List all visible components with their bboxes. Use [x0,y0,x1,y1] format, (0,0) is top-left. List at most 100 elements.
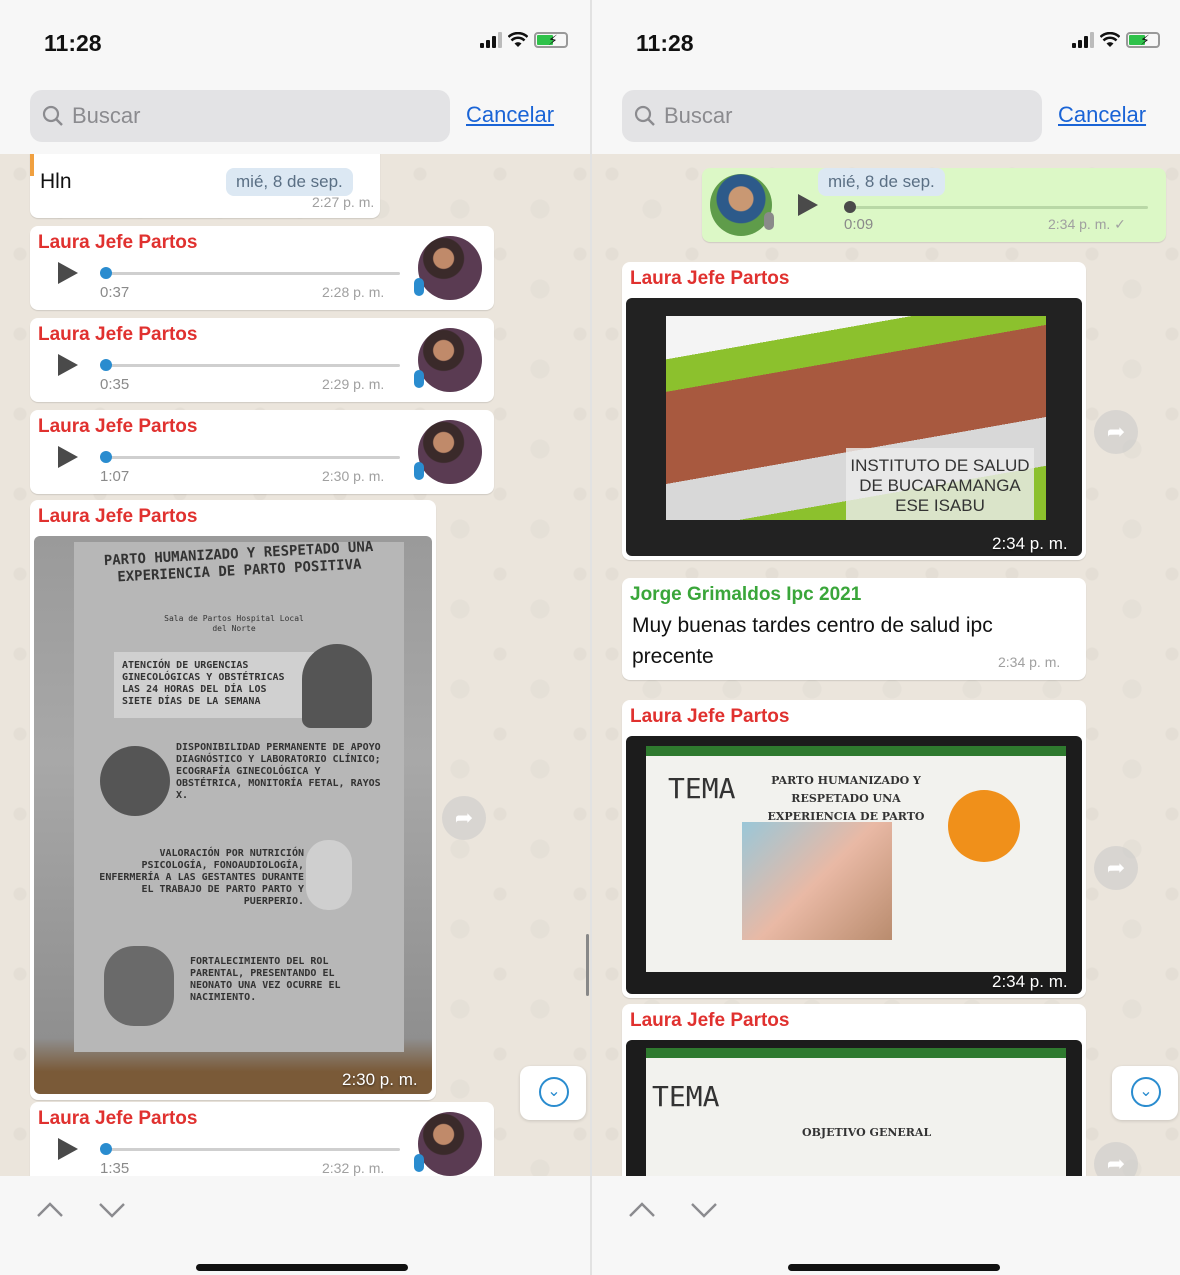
scrollbar[interactable] [586,934,589,996]
ultrasound-icon [100,746,170,816]
search-placeholder: Buscar [664,103,733,128]
sender-name: Laura Jefe Partos [38,1108,198,1129]
quote-bar [30,154,34,176]
wifi-icon [508,32,528,47]
photo-institute[interactable]: INSTITUTO DE SALUD DE BUCARAMANGA ESE IS… [626,298,1082,556]
sender-name: Laura Jefe Partos [630,706,790,727]
search-input[interactable]: Buscar [30,90,450,142]
mic-icon [764,212,774,230]
search-input[interactable]: Buscar [622,90,1042,142]
right-screen: 11:28 ⚡ Buscar Cancelar 0:09 2:34 p. m. … [592,0,1180,1275]
audio-scrubber[interactable] [100,267,112,279]
status-bar: 11:28 ⚡ [0,0,590,80]
message-time: 2:34 p. m. [992,972,1068,991]
photo-tema[interactable]: TEMA PARTO HUMANIZADO Y RESPETADO UNA EX… [626,736,1082,994]
home-indicator[interactable] [788,1264,1000,1271]
chevron-up-icon[interactable] [626,1194,658,1226]
chevron-up-icon[interactable] [34,1194,66,1226]
cancel-button[interactable]: Cancelar [1058,102,1146,128]
parents-icon [104,946,174,1026]
audio-scrubber[interactable] [100,1143,112,1155]
sender-name: Laura Jefe Partos [38,232,198,253]
emoji-icon [948,790,1020,862]
poster-block-1: ATENCIÓN DE URGENCIAS GINECOLÓGICAS Y OB… [122,660,285,707]
audio-duration: 0:09 [844,216,874,233]
audio-track[interactable] [104,364,400,367]
chat-area[interactable]: 0:09 2:34 p. m. ✓ mié, 8 de sep. Laura J… [592,154,1180,1176]
baby-icon [306,840,352,910]
forward-icon[interactable]: ➦ [442,796,486,840]
home-indicator[interactable] [196,1264,408,1271]
pregnant-figure-icon [302,644,372,728]
poster-block-4: FORTALECIMIENTO DEL ROL PARENTAL, PRESEN… [190,956,341,1003]
status-icons: ⚡ [480,32,568,48]
forward-icon[interactable]: ➦ [1094,1142,1138,1176]
play-button[interactable] [58,446,78,468]
message-time: 2:29 p. m. [322,376,385,392]
slide-caption: INSTITUTO DE SALUD DE BUCARAMANGA ESE IS… [850,456,1030,515]
message-text: Hln [40,170,72,193]
search-navigation-bar [0,1176,590,1275]
scroll-to-bottom-button[interactable]: ⌄ [1112,1066,1178,1120]
play-button[interactable] [58,262,78,284]
audio-track[interactable] [104,272,400,275]
audio-duration: 0:37 [100,284,130,301]
message-time: 2:34 p. m. ✓ [1048,216,1126,232]
voice-message[interactable]: Laura Jefe Partos 0:35 2:29 p. m. [30,318,494,402]
text-message[interactable]: Jorge Grimaldos Ipc 2021 Muy buenas tard… [622,578,1086,680]
message-time: 2:34 p. m. [998,654,1061,670]
signal-icon [1072,32,1094,48]
search-row: Buscar Cancelar [592,88,1180,146]
avatar [418,328,482,392]
cancel-button[interactable]: Cancelar [466,102,554,128]
birth-illustration [742,822,892,940]
status-icons: ⚡ [1072,32,1160,48]
message-time: 2:28 p. m. [322,284,385,300]
image-message[interactable]: Laura Jefe Partos TEMA PARTO HUMANIZADO … [622,700,1086,998]
voice-message[interactable]: Laura Jefe Partos 0:37 2:28 p. m. [30,226,494,310]
search-placeholder: Buscar [72,103,141,128]
left-screen: 11:28 ⚡ Buscar Cancelar Hln 2:27 p. m. m… [0,0,590,1275]
date-chip: mié, 8 de sep. [226,168,353,196]
mic-icon [414,462,424,480]
image-message[interactable]: Laura Jefe Partos INSTITUTO DE SALUD DE … [622,262,1086,560]
chevron-down-icon[interactable] [688,1194,720,1226]
forward-icon[interactable]: ➦ [1094,410,1138,454]
play-button[interactable] [58,354,78,376]
message-time: 2:30 p. m. [322,468,385,484]
audio-scrubber[interactable] [844,201,856,213]
chevron-down-icon[interactable] [96,1194,128,1226]
chat-area[interactable]: Hln 2:27 p. m. mié, 8 de sep. Laura Jefe… [0,154,590,1176]
battery-icon: ⚡ [1126,32,1160,48]
signal-icon [480,32,502,48]
scroll-to-bottom-button[interactable]: ⌄ [520,1066,586,1120]
audio-scrubber[interactable] [100,359,112,371]
status-time: 11:28 [44,30,102,56]
poster-subtitle: Sala de Partos Hospital Local del Norte [164,614,304,633]
audio-track[interactable] [848,206,1148,209]
photo-objetivo[interactable]: TEMA OBJETIVO GENERAL [626,1040,1082,1176]
sender-name: Jorge Grimaldos Ipc 2021 [630,584,862,605]
message-time: 2:27 p. m. [312,194,375,210]
sender-name: Laura Jefe Partos [630,268,790,289]
image-message[interactable]: Laura Jefe Partos PARTO HUMANIZADO Y RES… [30,500,436,1100]
audio-scrubber[interactable] [100,451,112,463]
voice-message[interactable]: Laura Jefe Partos 1:35 2:32 p. m. [30,1102,494,1176]
status-bar: 11:28 ⚡ [592,0,1180,80]
slide-subtitle: OBJETIVO GENERAL [802,1126,932,1139]
voice-message[interactable]: Laura Jefe Partos 1:07 2:30 p. m. [30,410,494,494]
image-message[interactable]: Laura Jefe Partos TEMA OBJETIVO GENERAL [622,1004,1086,1176]
mic-icon [414,1154,424,1172]
play-button[interactable] [58,1138,78,1160]
date-chip: mié, 8 de sep. [818,168,945,196]
message-time: 2:32 p. m. [322,1160,385,1176]
sender-name: Laura Jefe Partos [38,324,198,345]
photo-poster[interactable]: PARTO HUMANIZADO Y RESPETADO UNA EXPERIE… [34,536,432,1094]
forward-icon[interactable]: ➦ [1094,846,1138,890]
audio-track[interactable] [104,456,400,459]
avatar [418,420,482,484]
audio-track[interactable] [104,1148,400,1151]
audio-duration: 0:35 [100,376,130,393]
slide-tema: TEMA [668,772,736,805]
play-button[interactable] [798,194,818,216]
